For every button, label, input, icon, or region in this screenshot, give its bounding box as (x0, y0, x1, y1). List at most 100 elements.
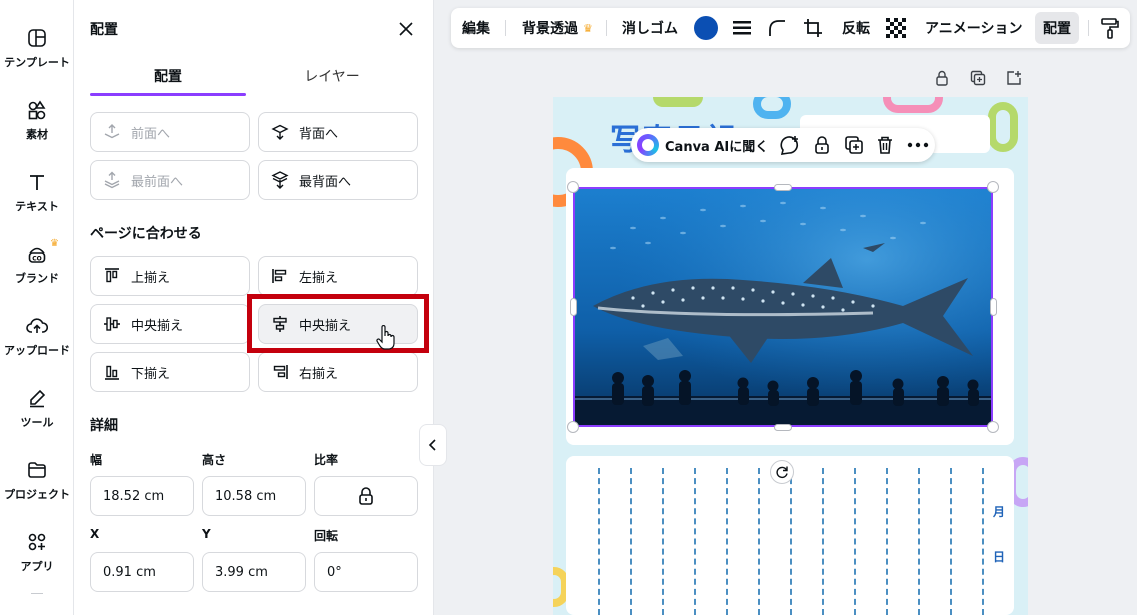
transparency-button[interactable] (886, 8, 906, 48)
duplicate-page-button[interactable] (968, 68, 988, 88)
toolbar-divider (1088, 20, 1089, 36)
tab-layers[interactable]: レイヤー (254, 66, 410, 86)
rotate-handle[interactable] (770, 460, 794, 484)
x-label: X (90, 527, 100, 541)
resize-handle[interactable] (567, 181, 579, 193)
bring-to-front-button[interactable]: 最前面へ (90, 160, 250, 200)
sidebar-item-elements[interactable]: 素材 (0, 94, 74, 158)
width-field[interactable]: 18.52 cm (90, 476, 194, 516)
button-label: 前面へ (131, 126, 171, 142)
align-middle-button[interactable]: 中央揃え (90, 304, 250, 344)
delete-button[interactable] (876, 128, 894, 162)
corner-rounding-icon (769, 20, 785, 36)
duplicate-element-button[interactable] (844, 128, 864, 162)
lock-page-button[interactable] (932, 68, 952, 88)
align-right-icon (269, 361, 291, 383)
ruled-line (758, 468, 760, 615)
position-button[interactable]: 配置 (1043, 8, 1071, 48)
color-swatch (694, 16, 718, 40)
align-bottom-button[interactable]: 下揃え (90, 352, 250, 392)
floating-toolbar: Canva AIに聞く (631, 128, 935, 162)
lock-icon (359, 487, 373, 505)
ruled-line (854, 468, 856, 615)
add-page-button[interactable] (1004, 68, 1024, 88)
comment-icon (780, 136, 799, 155)
button-label: 左揃え (299, 270, 339, 286)
send-to-back-button[interactable]: 最背面へ (258, 160, 418, 200)
sidebar-item-brand[interactable]: ♛ CO ブランド (0, 238, 74, 302)
aquarium-photo[interactable] (573, 188, 993, 426)
collapse-panel-button[interactable] (419, 424, 447, 466)
decor-shape (988, 102, 1018, 152)
send-backward-button[interactable]: 背面へ (258, 112, 418, 152)
lock-icon (815, 136, 829, 154)
rotate-label: 回転 (314, 529, 339, 543)
sidebar-item-apps[interactable]: アプリ (0, 526, 74, 590)
button-label: 最背面へ (299, 174, 352, 190)
sidebar-item-tools[interactable]: ツール (0, 382, 74, 446)
bring-forward-icon (101, 121, 123, 143)
whale-shark-image (573, 188, 993, 426)
decor-shape (883, 97, 943, 113)
border-style-button[interactable] (732, 8, 752, 48)
edit-button[interactable]: 編集 (462, 8, 490, 48)
toolbar-label: 背景透過 (522, 21, 578, 37)
align-section-title: ページに合わせる (90, 226, 202, 242)
border-style-icon (733, 21, 751, 35)
sidebar-item-upload[interactable]: アップロード (0, 310, 74, 374)
hand-cursor-icon (376, 324, 396, 355)
border-color-button[interactable] (694, 8, 718, 48)
toolbar-divider (505, 20, 506, 36)
elements-icon (25, 98, 49, 122)
align-bottom-icon (101, 361, 123, 383)
canva-ai-button[interactable]: Canva AIに聞く (637, 128, 768, 162)
bg-remover-button[interactable]: 背景透過 ♛ (522, 8, 593, 48)
button-label: 上揃え (131, 270, 171, 286)
add-comment-button[interactable] (779, 128, 801, 162)
more-options-button[interactable] (907, 128, 929, 162)
x-field[interactable]: 0.91 cm (90, 552, 194, 592)
button-label: 中央揃え (131, 318, 184, 334)
folder-icon (25, 458, 49, 482)
context-toolbar: 編集 背景透過 ♛ 消しゴム 反転 アニメーション 配置 (451, 8, 1130, 48)
bring-forward-button[interactable]: 前面へ (90, 112, 250, 152)
animate-button[interactable]: アニメーション (925, 8, 1022, 48)
sidebar-item-label: ブランド (15, 272, 59, 285)
resize-handle[interactable] (990, 298, 997, 316)
resize-handle[interactable] (567, 421, 579, 433)
decor-shape (753, 97, 791, 119)
width-label: 幅 (90, 453, 103, 467)
rotate-field[interactable]: 0° (314, 552, 418, 592)
active-tab-indicator (90, 93, 246, 96)
resize-handle[interactable] (774, 184, 792, 191)
close-button[interactable] (394, 17, 418, 41)
sidebar-item-text[interactable]: テキスト (0, 166, 74, 230)
corner-rounding-button[interactable] (767, 8, 787, 48)
ruled-line (886, 468, 888, 615)
copy-style-button[interactable] (1100, 8, 1120, 48)
toolbar-divider (606, 20, 607, 36)
ruled-line (918, 468, 920, 615)
ratio-lock-button[interactable] (314, 476, 418, 516)
resize-handle[interactable] (774, 424, 792, 431)
height-field[interactable]: 10.58 cm (202, 476, 306, 516)
y-field[interactable]: 3.99 cm (202, 552, 306, 592)
sidebar-item-templates[interactable]: テンプレート (0, 22, 74, 86)
lock-element-button[interactable] (813, 128, 831, 162)
align-left-button[interactable]: 左揃え (258, 256, 418, 296)
crop-button[interactable] (803, 8, 823, 48)
text-icon (25, 170, 49, 194)
ruled-line (662, 468, 664, 615)
flip-button[interactable]: 反転 (842, 8, 870, 48)
align-middle-icon (101, 313, 123, 335)
tab-arrange[interactable]: 配置 (90, 66, 246, 86)
align-top-button[interactable]: 上揃え (90, 256, 250, 296)
resize-handle[interactable] (987, 181, 999, 193)
upload-icon (25, 314, 49, 338)
sidebar-item-projects[interactable]: プロジェクト (0, 454, 74, 518)
resize-handle[interactable] (987, 421, 999, 433)
align-right-button[interactable]: 右揃え (258, 352, 418, 392)
ruled-line (630, 468, 632, 615)
resize-handle[interactable] (570, 298, 577, 316)
eraser-button[interactable]: 消しゴム (622, 8, 678, 48)
